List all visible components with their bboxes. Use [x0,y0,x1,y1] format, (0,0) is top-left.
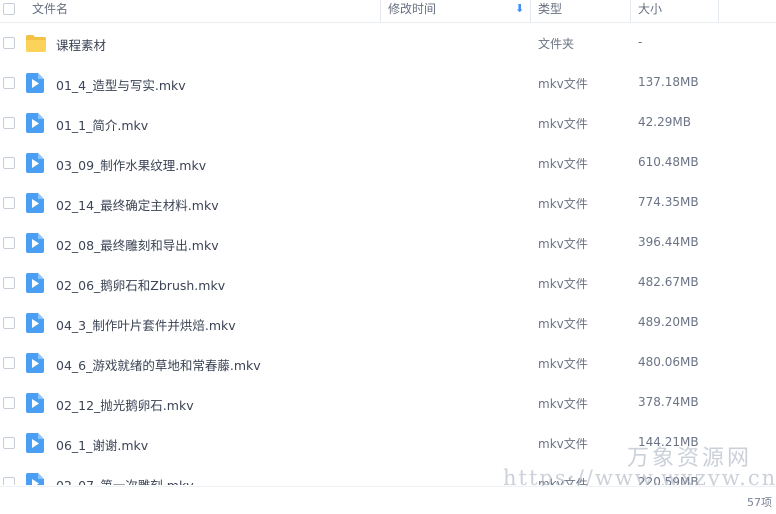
file-name[interactable]: 04_6_游戏就绪的草地和常春藤.mkv [56,355,261,374]
file-name[interactable]: 01_4_造型与写实.mkv [56,75,186,94]
column-divider[interactable] [630,0,631,22]
video-file-icon[interactable] [26,193,46,213]
status-bar: 57项 [0,486,776,514]
file-list-header: 文件名 修改时间 ⬇ 类型 大小 [0,0,776,23]
file-name[interactable]: 02_12_抛光鹅卵石.mkv [56,395,194,414]
file-size: 396.44MB [638,235,699,249]
file-size: - [638,35,643,49]
file-name[interactable]: 课程素材 [56,35,106,54]
file-name[interactable]: 03_09_制作水果纹理.mkv [56,155,206,174]
file-name[interactable]: 02_06_鹅卵石和Zbrush.mkv [56,275,225,294]
file-name[interactable]: 01_1_简介.mkv [56,115,148,134]
column-divider[interactable] [380,0,381,22]
file-row[interactable]: 01_1_简介.mkv mkv文件 42.29MB [0,103,776,143]
file-size: 489.20MB [638,315,699,329]
file-size: 137.18MB [638,75,699,89]
row-checkbox[interactable] [3,77,15,89]
file-size: 378.74MB [638,395,699,409]
file-type: mkv文件 [538,437,588,451]
file-name[interactable]: 02_14_最终确定主材料.mkv [56,195,219,214]
file-row[interactable]: 02_12_抛光鹅卵石.mkv mkv文件 378.74MB [0,383,776,423]
file-row[interactable]: 课程素材 文件夹 - [0,23,776,63]
row-checkbox[interactable] [3,157,15,169]
video-file-icon[interactable] [26,393,46,413]
file-type: mkv文件 [538,157,588,171]
file-size: 42.29MB [638,115,691,129]
file-size: 480.06MB [638,355,699,369]
item-count: 57项 [747,496,772,509]
video-file-icon[interactable] [26,353,46,373]
file-row[interactable]: 03_09_制作水果纹理.mkv mkv文件 610.48MB [0,143,776,183]
file-size: 482.67MB [638,275,699,289]
column-header-size[interactable]: 大小 [638,0,662,22]
row-checkbox[interactable] [3,477,15,485]
file-type: mkv文件 [538,357,588,371]
row-checkbox[interactable] [3,317,15,329]
file-name[interactable]: 04_3_制作叶片套件并烘焙.mkv [56,315,236,334]
video-file-icon[interactable] [26,273,46,293]
row-checkbox[interactable] [3,197,15,209]
folder-icon[interactable] [25,33,46,53]
row-checkbox[interactable] [3,237,15,249]
file-row[interactable]: 02_14_最终确定主材料.mkv mkv文件 774.35MB [0,183,776,223]
column-header-name[interactable]: 文件名 [32,0,68,22]
file-type: mkv文件 [538,317,588,331]
file-type: mkv文件 [538,397,588,411]
file-row[interactable]: 01_4_造型与写实.mkv mkv文件 137.18MB [0,63,776,103]
file-type: mkv文件 [538,277,588,291]
video-file-icon[interactable] [26,473,46,485]
arrow-down-icon[interactable]: ⬇ [515,2,524,15]
video-file-icon[interactable] [26,433,46,453]
column-header-type[interactable]: 类型 [538,0,562,22]
column-header-modified[interactable]: 修改时间 [388,0,436,22]
video-file-icon[interactable] [26,233,46,253]
file-name[interactable]: 02_07_第一次雕刻.mkv [56,475,194,485]
video-file-icon[interactable] [26,313,46,333]
column-divider[interactable] [530,0,531,22]
file-row[interactable]: 02_08_最终雕刻和导出.mkv mkv文件 396.44MB [0,223,776,263]
select-all-checkbox[interactable] [3,3,15,15]
file-row[interactable]: 04_3_制作叶片套件并烘焙.mkv mkv文件 489.20MB [0,303,776,343]
column-divider[interactable] [718,0,719,22]
file-type: mkv文件 [538,77,588,91]
row-checkbox[interactable] [3,397,15,409]
row-checkbox[interactable] [3,437,15,449]
file-list: 课程素材 文件夹 - 01_4_造型与写实.mkv mkv文件 137.18MB 01_1_… [0,23,776,485]
row-checkbox[interactable] [3,37,15,49]
video-file-icon[interactable] [26,73,46,93]
video-file-icon[interactable] [26,113,46,133]
file-type: 文件夹 [538,37,575,51]
file-type: mkv文件 [538,237,588,251]
file-row[interactable]: 04_6_游戏就绪的草地和常春藤.mkv mkv文件 480.06MB [0,343,776,383]
file-name[interactable]: 06_1_谢谢.mkv [56,435,148,454]
file-type: mkv文件 [538,117,588,131]
file-row[interactable]: 02_06_鹅卵石和Zbrush.mkv mkv文件 482.67MB [0,263,776,303]
video-file-icon[interactable] [26,153,46,173]
row-checkbox[interactable] [3,277,15,289]
row-checkbox[interactable] [3,117,15,129]
row-checkbox[interactable] [3,357,15,369]
file-name[interactable]: 02_08_最终雕刻和导出.mkv [56,235,219,254]
file-size: 610.48MB [638,155,699,169]
file-type: mkv文件 [538,197,588,211]
file-size: 774.35MB [638,195,699,209]
